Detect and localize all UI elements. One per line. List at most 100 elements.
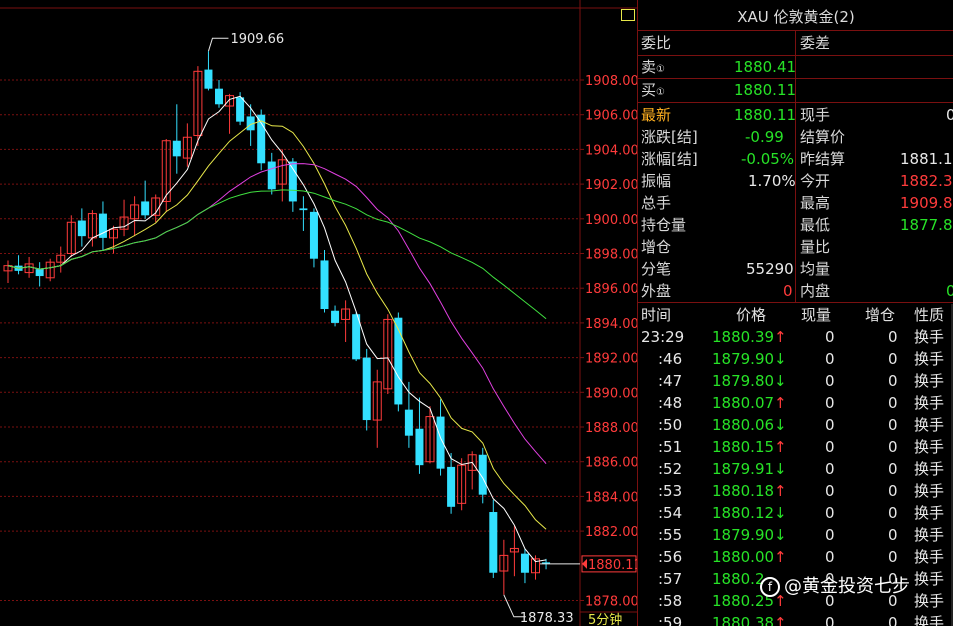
col-oi: 增仓: [865, 306, 896, 324]
tick-oi: 0: [888, 504, 898, 522]
y-tick-label: 1892.00: [585, 352, 637, 367]
tick-volume: 0: [825, 394, 835, 412]
amp-value: 1.70%: [748, 172, 796, 190]
tick-oi: 0: [888, 482, 898, 500]
col-nature: 性质: [914, 306, 945, 324]
tick-price: 1880.38↑: [712, 612, 787, 626]
candle-body-down: [141, 201, 150, 216]
y-tick-label: 1894.00: [585, 317, 637, 332]
up-arrow-icon: ↑: [774, 614, 787, 626]
amp-label: 振幅: [641, 172, 672, 190]
candle-body-down: [172, 140, 181, 157]
ma40-line: [7, 189, 547, 320]
y-tick-label: 1898.00: [585, 248, 637, 263]
tick-price: 1880.06↓: [712, 416, 787, 434]
tick-volume: 0: [825, 372, 835, 390]
tick-price: 1879.80↓: [712, 372, 787, 390]
watermark: f @黄金投资七步: [760, 572, 910, 598]
tick-time: :59: [658, 614, 683, 626]
low-annotation-label: 1878.33: [520, 611, 574, 626]
oi-label: 持仓量: [641, 216, 687, 234]
tick-volume: 0: [825, 350, 835, 368]
tick-time: :47: [658, 372, 683, 390]
candlestick-chart[interactable]: 1908.00 1906.00 1904.00 1902.00 1900.00 1898.…: [0, 0, 637, 626]
tick-row[interactable]: :52 1879.91↓ 0 0 换手: [638, 458, 953, 480]
tick-time: :55: [658, 526, 683, 544]
ma20-line: [7, 163, 547, 465]
tick-row[interactable]: :59 1880.38↑ 0 0 换手: [638, 612, 953, 626]
candle-body-down: [299, 208, 308, 211]
tick-row[interactable]: :53 1880.18↑ 0 0 换手: [638, 480, 953, 502]
tick-row[interactable]: 23:29 1880.39↑ 0 0 换手: [638, 326, 953, 348]
y-tick-label: 1906.00: [585, 109, 637, 124]
interval-label: 5分钟: [588, 612, 622, 626]
tick-row[interactable]: :54 1880.12↓ 0 0 换手: [638, 502, 953, 524]
y-tick-label: 1890.00: [585, 386, 637, 401]
tick-volume: 0: [825, 482, 835, 500]
candle-body-down: [489, 512, 498, 573]
tick-volume: 0: [825, 504, 835, 522]
candle-body-down: [320, 260, 329, 310]
high-label: 最高: [800, 194, 831, 212]
tick-row[interactable]: :48 1880.07↑ 0 0 换手: [638, 392, 953, 414]
tick-row[interactable]: :46 1879.90↓ 0 0 换手: [638, 348, 953, 370]
candle-body-down: [35, 269, 44, 277]
tick-volume: 0: [825, 614, 835, 626]
tick-row[interactable]: :50 1880.06↓ 0 0 换手: [638, 414, 953, 436]
tick-nature: 换手: [914, 394, 945, 412]
tick-row[interactable]: :51 1880.15↑ 0 0 换手: [638, 436, 953, 458]
high-value: 1909.80: [900, 194, 953, 212]
tick-row[interactable]: :56 1880.00↑ 0 0 换手: [638, 546, 953, 568]
tick-price: 1880.07↑: [712, 394, 787, 412]
down-arrow-icon: ↓: [774, 416, 787, 434]
tick-price: 1880.12↓: [712, 504, 787, 522]
tick-nature: 换手: [914, 350, 945, 368]
waipan-label: 外盘: [641, 282, 672, 300]
fenbi-label: 分笔: [641, 260, 672, 278]
neipan-value: 0: [946, 282, 953, 300]
weicha-label: 委差: [800, 34, 831, 52]
tick-time: :58: [658, 592, 683, 610]
neipan-label: 内盘: [800, 282, 831, 300]
tick-oi: 0: [888, 372, 898, 390]
candle-body-down: [362, 357, 371, 421]
tick-price: 1879.91↓: [712, 460, 787, 478]
weibo-like-icon: f: [760, 577, 780, 597]
tick-price: 1879.90↓: [712, 350, 787, 368]
tick-row[interactable]: :55 1879.90↓ 0 0 换手: [638, 524, 953, 546]
tick-price: 1880.00↑: [712, 548, 787, 566]
last-price-label: 1880.11: [588, 558, 637, 573]
candle-body-down: [77, 220, 86, 237]
chart-canvas[interactable]: 1908.00 1906.00 1904.00 1902.00 1900.00 1898.…: [0, 0, 637, 626]
tick-oi: 0: [888, 548, 898, 566]
tick-nature: 换手: [914, 372, 945, 390]
down-arrow-icon: ↓: [774, 526, 787, 544]
down-arrow-icon: ↓: [774, 350, 787, 368]
candle-body-down: [288, 161, 297, 202]
tick-volume: 0: [825, 460, 835, 478]
tick-time: :54: [658, 504, 683, 522]
latest-value: 1880.11: [734, 106, 797, 124]
down-arrow-icon: ↓: [774, 372, 787, 390]
prev-settle-value: 1881.10: [900, 150, 953, 168]
tick-nature: 换手: [914, 460, 945, 478]
open-value: 1882.30: [900, 172, 953, 190]
tick-nature: 换手: [914, 328, 945, 346]
tick-volume: 0: [825, 438, 835, 456]
total-label: 总手: [641, 194, 672, 212]
tick-oi: 0: [888, 614, 898, 626]
up-arrow-icon: ↑: [774, 482, 787, 500]
tick-volume: 0: [825, 328, 835, 346]
prev-settle-label: 昨结算: [800, 150, 846, 168]
y-tick-label: 1882.00: [585, 525, 637, 540]
tick-time: :52: [658, 460, 683, 478]
candle-body-down: [520, 553, 529, 573]
tick-time: :57: [658, 570, 683, 588]
watermark-text: @黄金投资七步: [784, 576, 910, 597]
high-annotation-label: 1909.66: [230, 32, 284, 47]
change-label: 涨跌[结]: [641, 128, 698, 146]
tick-row[interactable]: :47 1879.80↓ 0 0 换手: [638, 370, 953, 392]
small-square-icon[interactable]: [621, 9, 635, 21]
up-arrow-icon: ↑: [774, 438, 787, 456]
tick-nature: 换手: [914, 592, 945, 610]
